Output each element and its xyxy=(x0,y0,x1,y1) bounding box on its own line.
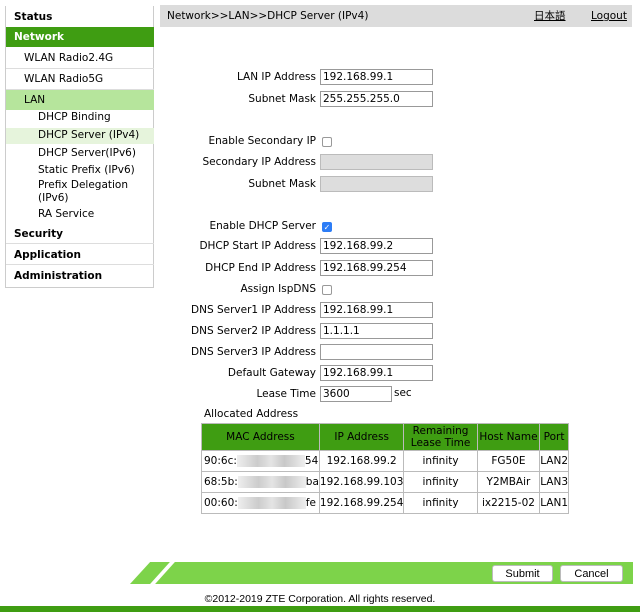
ip-cell: 192.168.99.254 xyxy=(318,492,405,514)
copyright: ©2012-2019 ZTE Corporation. All rights r… xyxy=(204,593,436,605)
sidebar-item-prefix-delegation[interactable]: Prefix Delegation (IPv6) xyxy=(6,179,154,207)
mac-cell: 00:60: fe xyxy=(201,492,320,514)
col-lease: Remaining Lease Time xyxy=(403,423,478,451)
subnet-mask-label: Subnet Mask xyxy=(248,93,316,105)
language-link[interactable]: 日本語 xyxy=(534,5,566,27)
sidebar-item-administration[interactable]: Administration xyxy=(6,266,154,286)
assign-ispdns-checkbox[interactable] xyxy=(322,285,332,295)
sidebar-item-lan[interactable]: LAN xyxy=(6,90,154,110)
sidebar-nav: Status Network WLAN Radio2.4G WLAN Radio… xyxy=(5,6,154,288)
dhcp-start-input[interactable] xyxy=(320,238,433,254)
lease-cell: infinity xyxy=(403,471,478,493)
port-cell: LAN2 xyxy=(539,450,569,472)
enable-dhcp-checkbox[interactable]: ✓ xyxy=(322,222,332,232)
sidebar-item-network[interactable]: Network xyxy=(6,27,154,47)
allocated-table: MAC Address IP Address Remaining Lease T… xyxy=(201,423,569,514)
sidebar-item-dhcp-server-ipv4[interactable]: DHCP Server (IPv4) xyxy=(6,128,154,144)
host-cell: ix2215-02 xyxy=(476,492,541,514)
dns3-input[interactable] xyxy=(320,344,433,360)
breadcrumb: Network>>LAN>>DHCP Server (IPv4) xyxy=(167,10,369,22)
submit-button[interactable]: Submit xyxy=(492,565,553,582)
col-port: Port xyxy=(539,423,569,451)
enable-dhcp-label: Enable DHCP Server xyxy=(209,220,316,232)
dns2-input[interactable] xyxy=(320,323,433,339)
dns1-input[interactable] xyxy=(320,302,433,318)
bottom-bar xyxy=(0,606,640,612)
footer-band xyxy=(130,562,633,584)
host-cell: FG50E xyxy=(476,450,541,472)
dhcp-start-label: DHCP Start IP Address xyxy=(199,240,316,252)
col-ip: IP Address xyxy=(318,423,405,451)
secondary-ip-input[interactable] xyxy=(320,154,433,170)
lease-unit: sec xyxy=(394,387,412,399)
mac-cell: 68:5b: ba xyxy=(201,471,320,493)
lease-time-input[interactable] xyxy=(320,386,392,402)
dhcp-end-label: DHCP End IP Address xyxy=(205,262,316,274)
secondary-subnet-label: Subnet Mask xyxy=(248,178,316,190)
sidebar-item-dhcp-binding[interactable]: DHCP Binding xyxy=(6,110,154,126)
sidebar-item-dhcp-server-ipv6[interactable]: DHCP Server(IPv6) xyxy=(6,146,154,162)
col-mac: MAC Address xyxy=(201,423,320,451)
default-gateway-label: Default Gateway xyxy=(227,367,316,379)
port-cell: LAN1 xyxy=(539,492,569,514)
sidebar-item-static-prefix[interactable]: Static Prefix (IPv6) xyxy=(6,163,154,179)
cancel-button[interactable]: Cancel xyxy=(560,565,623,582)
enable-secondary-ip-checkbox[interactable] xyxy=(322,137,332,147)
sidebar-item-wlan-24g[interactable]: WLAN Radio2.4G xyxy=(6,48,154,69)
sidebar-item-status[interactable]: Status xyxy=(6,7,154,27)
dns3-label: DNS Server3 IP Address xyxy=(191,346,316,358)
sidebar-item-wlan-5g[interactable]: WLAN Radio5G xyxy=(6,69,154,90)
table-row: 90:6c: 54 192.168.99.2 infinity FG50E LAN… xyxy=(201,450,569,472)
lease-cell: infinity xyxy=(403,492,478,514)
secondary-ip-label: Secondary IP Address xyxy=(202,156,316,168)
assign-ispdns-label: Assign IspDNS xyxy=(240,283,316,295)
dns2-label: DNS Server2 IP Address xyxy=(191,325,316,337)
secondary-subnet-input[interactable] xyxy=(320,176,433,192)
lan-ip-input[interactable] xyxy=(320,69,433,85)
lease-time-label: Lease Time xyxy=(256,388,316,400)
logout-link[interactable]: Logout xyxy=(591,5,627,27)
lease-cell: infinity xyxy=(403,450,478,472)
table-row: 00:60: fe 192.168.99.254 infinity ix2215-… xyxy=(201,492,569,514)
ip-cell: 192.168.99.103 xyxy=(318,471,405,493)
enable-secondary-ip-label: Enable Secondary IP xyxy=(208,135,316,147)
sidebar-item-security[interactable]: Security xyxy=(6,224,154,244)
allocated-title: Allocated Address xyxy=(204,408,299,420)
dns1-label: DNS Server1 IP Address xyxy=(191,304,316,316)
col-host: Host Name xyxy=(476,423,541,451)
port-cell: LAN3 xyxy=(539,471,569,493)
mac-cell: 90:6c: 54 xyxy=(201,450,320,472)
dhcp-end-input[interactable] xyxy=(320,260,433,276)
host-cell: Y2MBAir xyxy=(476,471,541,493)
ip-cell: 192.168.99.2 xyxy=(318,450,405,472)
table-row: 68:5b: ba 192.168.99.103 infinity Y2MBAir… xyxy=(201,471,569,493)
header-bar: Network>>LAN>>DHCP Server (IPv4) 日本語 Log… xyxy=(160,5,632,27)
lan-ip-label: LAN IP Address xyxy=(236,71,316,83)
sidebar-item-application[interactable]: Application xyxy=(6,245,154,265)
subnet-mask-input[interactable] xyxy=(320,91,433,107)
sidebar-item-ra-service[interactable]: RA Service xyxy=(6,207,154,223)
default-gateway-input[interactable] xyxy=(320,365,433,381)
